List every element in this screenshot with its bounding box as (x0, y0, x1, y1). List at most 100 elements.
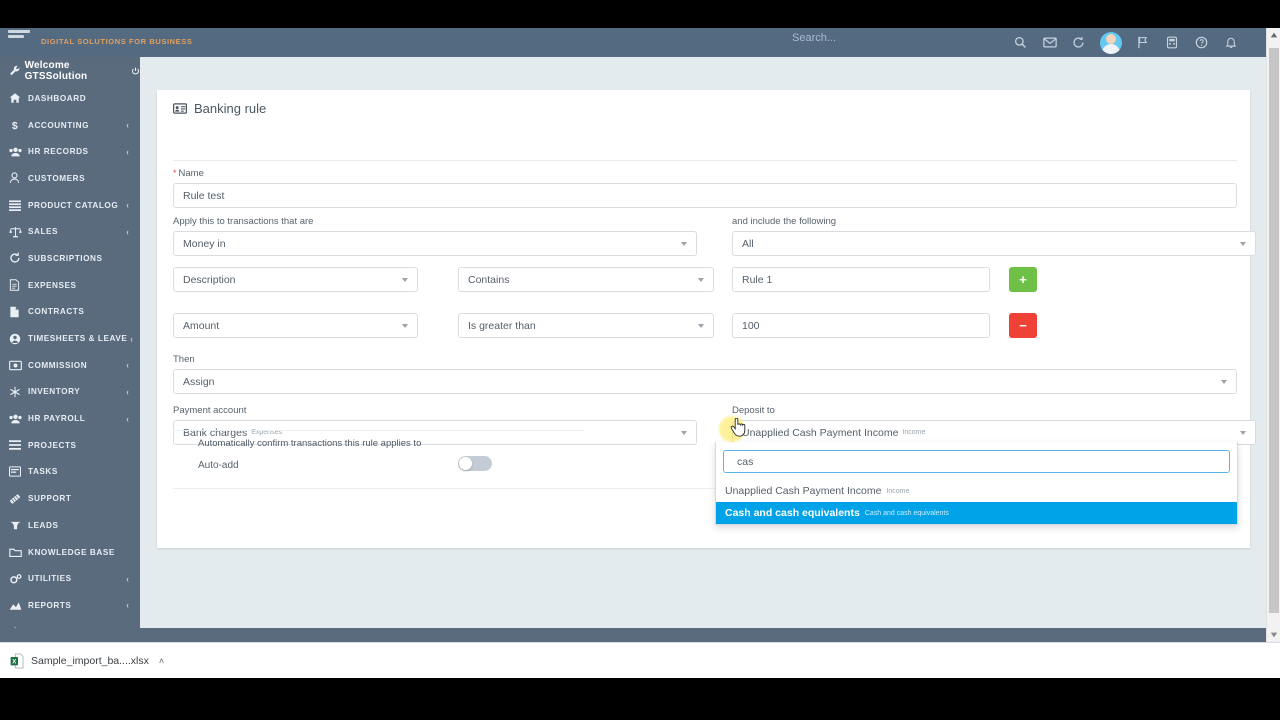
payment-account-label: Payment account (173, 405, 247, 416)
sidebar-item-label: TASKS (28, 467, 58, 477)
include-group: and include the following All (732, 216, 1256, 256)
dropdown-option-sub: Cash and cash equivalents (864, 509, 949, 517)
required-marker: * (173, 168, 177, 178)
condition-operator-value: Is greater than (468, 319, 536, 332)
svg-text:$: $ (12, 120, 18, 131)
condition-value-input[interactable]: Rule 1 (732, 267, 990, 292)
banking-rule-form: * Name Rule test Apply this to transactio… (173, 168, 1256, 456)
avatar[interactable] (1100, 32, 1122, 54)
mail-icon[interactable] (1040, 32, 1060, 52)
search-icon[interactable] (1010, 32, 1030, 52)
sidebar-item-label: SALES (28, 227, 59, 237)
sidebar-item-leads[interactable]: LEADS (0, 512, 140, 539)
sidebar-item-product-catalog[interactable]: PRODUCT CATALOG ‹ (0, 192, 140, 219)
condition-row: Description Contains Rule 1 + (173, 267, 1237, 313)
sidebar-item-label: KNOWLEDGE BASE (28, 547, 115, 557)
apply-to-label: Apply this to transactions that are (173, 216, 314, 227)
remove-condition-button[interactable]: − (1009, 313, 1037, 338)
condition-value: 100 (742, 319, 760, 332)
sidebar-item-reports[interactable]: REPORTS ‹ (0, 592, 140, 619)
sidebar-item-utilities[interactable]: UTILITIES ‹ (0, 565, 140, 592)
sidebar-item-knowledge-base[interactable]: KNOWLEDGE BASE (0, 539, 140, 566)
sidebar-item-timesheets-leave[interactable]: TIMESHEETS & LEAVE ‹ (0, 325, 140, 352)
dropdown-option-label: Unapplied Cash Payment Income (725, 485, 882, 497)
sidebar-item-label: PRODUCT CATALOG (28, 200, 119, 210)
mouse-cursor (730, 417, 746, 443)
sidebar-item-label: DASHBOARD (28, 93, 87, 103)
condition-operator-select[interactable]: Is greater than (458, 313, 714, 338)
file-text-icon (9, 279, 28, 291)
condition-value-input[interactable]: 100 (732, 313, 990, 338)
sidebar-item-customers[interactable]: CUSTOMERS (0, 165, 140, 192)
chevron-left-icon: ‹ (130, 333, 134, 344)
header-icon-group (1000, 28, 1260, 57)
users-icon (9, 413, 28, 425)
condition-field-value: Amount (183, 319, 220, 332)
chevron-left-icon: ‹ (126, 200, 130, 211)
history-icon[interactable] (1068, 32, 1088, 52)
auto-add-toggle[interactable] (458, 456, 492, 471)
sidebar-item-label: COMMISSION (28, 360, 88, 370)
sidebar-item-commission[interactable]: COMMISSION ‹ (0, 352, 140, 379)
power-icon[interactable] (131, 67, 140, 76)
sidebar-welcome[interactable]: Welcome GTSSolution (0, 57, 140, 85)
help-icon[interactable] (1191, 32, 1211, 52)
card-title: Banking rule (194, 100, 267, 116)
chevron-up-icon[interactable]: ˄ (159, 656, 164, 666)
chevron-down-icon (698, 323, 704, 328)
dropdown-option-label: Cash and cash equivalents (725, 507, 860, 519)
sidebar-item-subscriptions[interactable]: SUBSCRIPTIONS (0, 245, 140, 272)
calculator-icon[interactable] (1162, 32, 1182, 52)
sidebar-item-hr-payroll[interactable]: HR PAYROLL ‹ (0, 405, 140, 432)
condition-operator-select[interactable]: Contains (458, 267, 714, 292)
sidebar-item-label: TIMESHEETS & LEAVE (28, 334, 128, 344)
tasks-icon (9, 466, 28, 478)
scroll-down-arrow[interactable] (1267, 628, 1280, 642)
sidebar-item-projects[interactable]: PROJECTS (0, 432, 140, 459)
apply-to-select[interactable]: Money in (173, 231, 697, 256)
sidebar-item-hr-records[interactable]: HR RECORDS ‹ (0, 138, 140, 165)
name-input[interactable]: Rule test (173, 183, 1237, 208)
dropdown-search-input[interactable]: cas (723, 450, 1230, 473)
sidebar-item-label: LEADS (28, 520, 59, 530)
download-item[interactable]: X Sample_import_ba....xlsx ˄ (10, 649, 164, 673)
scrollbar-thumb[interactable] (1269, 48, 1279, 613)
card-header: Banking rule (157, 90, 1250, 126)
condition-field-select[interactable]: Amount (173, 313, 418, 338)
sidebar-item-support[interactable]: SUPPORT (0, 485, 140, 512)
condition-field-select[interactable]: Description (173, 267, 418, 292)
vertical-scrollbar[interactable] (1266, 28, 1280, 642)
sidebar-item-sales[interactable]: SALES ‹ (0, 218, 140, 245)
sidebar-item-contracts[interactable]: CONTRACTS (0, 299, 140, 326)
chevron-down-icon (1240, 430, 1246, 435)
sidebar-item-tasks[interactable]: TASKS (0, 459, 140, 486)
avatar-head (1106, 34, 1116, 44)
sidebar-item-label: INVENTORY (28, 387, 81, 397)
chevron-left-icon: ‹ (126, 386, 130, 397)
dropdown-option-selected[interactable]: Cash and cash equivalents Cash and cash … (716, 502, 1237, 524)
header-search[interactable]: Search... (700, 28, 980, 57)
add-condition-button[interactable]: + (1009, 267, 1037, 292)
then-label: Then (173, 354, 195, 365)
condition-operator-value: Contains (468, 273, 510, 286)
then-select[interactable]: Assign (173, 369, 1237, 394)
deposit-to-value: Unapplied Cash Payment Income (742, 426, 899, 439)
include-select[interactable]: All (732, 231, 1256, 256)
downloads-bar: X Sample_import_ba....xlsx ˄ Show all ✕ (0, 642, 1280, 678)
sidebar-item-dashboard[interactable]: DASHBOARD (0, 85, 140, 112)
chevron-down-icon (402, 323, 408, 328)
sidebar-item-expenses[interactable]: EXPENSES (0, 272, 140, 299)
sidebar-item-inventory[interactable]: INVENTORY ‹ (0, 379, 140, 406)
snowflake-icon (9, 386, 28, 398)
chevron-down-icon (402, 277, 408, 282)
bell-icon[interactable] (1221, 32, 1241, 52)
flag-icon[interactable] (1133, 32, 1153, 52)
sidebar-item-accounting[interactable]: $ ACCOUNTING ‹ (0, 112, 140, 139)
scroll-up-arrow[interactable] (1267, 28, 1280, 42)
refresh-icon (9, 252, 28, 264)
download-file-name: Sample_import_ba....xlsx (31, 655, 149, 667)
deposit-to-label: Deposit to (732, 405, 775, 416)
deposit-to-sub: Income (902, 429, 926, 436)
dropdown-option[interactable]: Unapplied Cash Payment Income Income (716, 480, 1237, 502)
then-value: Assign (183, 375, 215, 388)
